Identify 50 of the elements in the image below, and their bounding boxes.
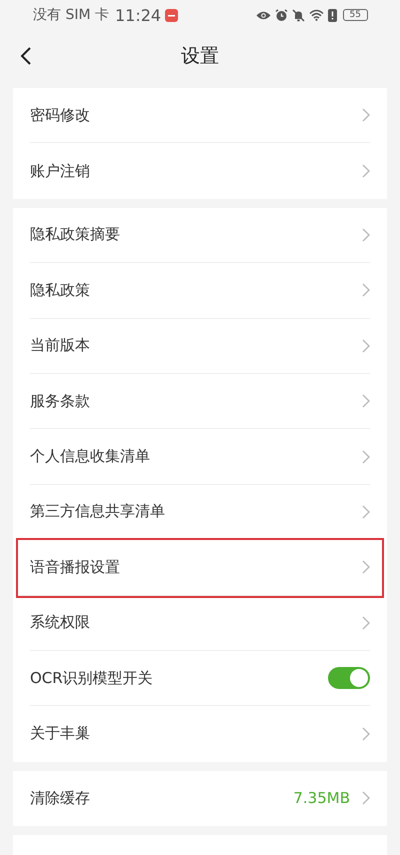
- chevron-icon: [362, 450, 370, 464]
- row-label: 隐私政策: [30, 280, 91, 300]
- row-label: 关于丰巢: [30, 724, 91, 744]
- settings-row[interactable]: 语音播报设置: [18, 540, 382, 596]
- row-label: 系统权限: [30, 613, 91, 632]
- chevron-icon: [362, 338, 370, 353]
- chevron-icon: [362, 560, 370, 574]
- row-label: 密码修改: [30, 106, 91, 125]
- cache-size-text: 7.35MB: [293, 789, 350, 808]
- chevron-icon: [362, 504, 370, 519]
- toggle-switch[interactable]: [328, 667, 370, 690]
- settings-row[interactable]: 清除缓存 7.35MB: [30, 770, 370, 826]
- settings-row[interactable]: 密码修改: [30, 88, 370, 144]
- settings-row[interactable]: 账户注销: [30, 143, 370, 199]
- row-label: OCR识别模型开关: [30, 668, 154, 688]
- chevron-icon: [362, 164, 370, 178]
- clock-text: 11:24: [115, 6, 162, 24]
- row-label: 清除缓存: [30, 788, 91, 808]
- settings-row[interactable]: 个人信息收集清单: [30, 429, 370, 485]
- app-notification-icon: [165, 8, 178, 22]
- settings-row[interactable]: 服务条款: [30, 374, 370, 430]
- row-label: 服务条款: [30, 392, 91, 411]
- settings-row[interactable]: 关于丰巢: [30, 706, 370, 762]
- chevron-icon: [362, 616, 370, 630]
- settings-row[interactable]: 隐私政策: [30, 263, 370, 319]
- carrier-text: 没有 SIM 卡: [33, 6, 109, 24]
- row-label: 第三方信息共享清单: [30, 502, 166, 522]
- chevron-icon: [362, 791, 370, 806]
- settings-row[interactable]: 第三方信息共享清单: [30, 484, 370, 540]
- settings-row[interactable]: OCR识别模型开关: [30, 650, 370, 706]
- row-label: 账户注销: [30, 162, 91, 181]
- row-label: 语音播报设置: [30, 558, 121, 577]
- muted-bell-icon: [292, 8, 305, 22]
- settings-row[interactable]: 系统权限: [30, 596, 370, 651]
- alarm-icon: [274, 8, 288, 22]
- chevron-icon: [362, 108, 370, 122]
- eye-icon: [256, 10, 271, 20]
- row-label: 隐私政策摘要: [30, 225, 121, 244]
- chevron-icon: [362, 283, 370, 298]
- wifi-icon: [308, 9, 324, 21]
- settings-row[interactable]: 当前版本: [30, 318, 370, 374]
- chevron-icon: [362, 228, 370, 242]
- alert-icon: [328, 8, 337, 22]
- row-label: 个人信息收集清单: [30, 447, 151, 466]
- chevron-icon: [362, 726, 370, 741]
- settings-row[interactable]: 隐私政策摘要: [30, 208, 370, 264]
- row-label: 当前版本: [30, 336, 91, 356]
- battery-indicator: 55: [342, 9, 368, 21]
- page-title: 设置: [181, 44, 219, 69]
- chevron-icon: [362, 394, 370, 408]
